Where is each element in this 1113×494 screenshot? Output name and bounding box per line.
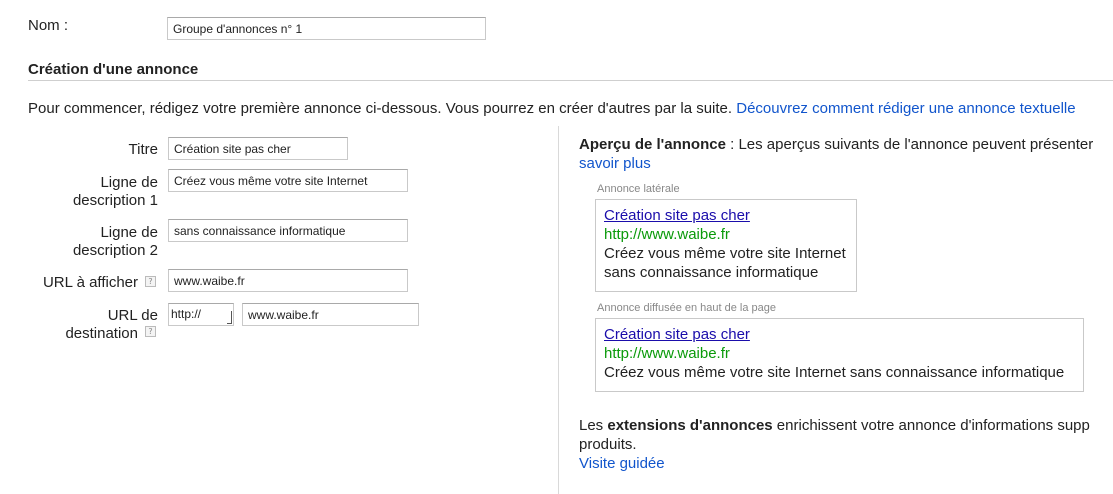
extensions-bold: extensions d'annonces (607, 417, 773, 434)
preview-heading: Aperçu de l'annonce : Les aperçus suivan… (579, 136, 1093, 153)
section-title: Création d'une annonce (28, 61, 199, 78)
destination-url-label: URL de destination (0, 307, 158, 343)
destination-url-label-line1: URL de (107, 307, 158, 324)
description-2-label-line2: description 2 (72, 242, 158, 259)
chevron-down-icon (227, 311, 232, 324)
intro-text: Pour commencer, rédigez votre première a… (28, 100, 733, 117)
side-ad-line-1: Créez vous même votre site Internet (604, 245, 846, 262)
display-url-label: URL à afficher (42, 274, 138, 291)
ad-group-name-input[interactable] (167, 17, 486, 40)
top-ad-preview: Création site pas cher http://www.waibe.… (595, 318, 1084, 392)
destination-url-help-icon[interactable]: ? (145, 326, 156, 337)
description-line-2-input[interactable] (168, 219, 408, 242)
extensions-text: enrichissent votre annonce d'information… (772, 417, 1090, 434)
top-ad-url: http://www.waibe.fr (604, 345, 730, 362)
preview-heading-text: : Les aperçus suivants de l'annonce peuv… (725, 136, 1094, 153)
learn-more-link[interactable]: savoir plus (579, 155, 651, 172)
description-line-1-input[interactable] (168, 169, 408, 192)
top-ad-title-link[interactable]: Création site pas cher (604, 325, 1083, 344)
extensions-line-1: Les extensions d'annonces enrichissent v… (579, 416, 1090, 435)
top-ad-description: Créez vous même votre site Internet sans… (604, 364, 1065, 381)
display-url-input[interactable] (168, 269, 408, 292)
description-1-label-line2: description 1 (72, 192, 158, 209)
column-divider (558, 126, 559, 494)
destination-url-input[interactable] (242, 303, 419, 326)
preview-heading-bold: Aperçu de l'annonce (579, 136, 726, 153)
side-ad-title-link[interactable]: Création site pas cher (604, 206, 856, 225)
protocol-select-value: http:// (171, 307, 202, 321)
extensions-line-2: produits. (579, 436, 637, 453)
side-ad-line-2: sans connaissance informatique (604, 264, 819, 281)
display-url-help-icon[interactable]: ? (145, 276, 156, 287)
guided-tour-link[interactable]: Visite guidée (579, 455, 665, 472)
side-ad-url: http://www.waibe.fr (604, 226, 730, 243)
description-2-label: Ligne de description 2 (0, 224, 158, 260)
protocol-select[interactable]: http:// (168, 303, 234, 326)
intro-paragraph: Pour commencer, rédigez votre première a… (28, 100, 1076, 117)
learn-ad-writing-link[interactable]: Découvrez comment rédiger une annonce te… (736, 100, 1075, 117)
section-divider (28, 80, 1113, 81)
description-2-label-line1: Ligne de (100, 224, 158, 241)
extensions-info: Les extensions d'annonces enrichissent v… (579, 416, 1090, 473)
extensions-prefix: Les (579, 417, 608, 434)
description-1-label: Ligne de description 1 (0, 174, 158, 210)
title-label: Titre (128, 141, 158, 158)
destination-url-label-line2: destination (65, 325, 138, 342)
headline-input[interactable] (168, 137, 348, 160)
name-label: Nom : (28, 17, 69, 34)
side-ad-caption: Annonce latérale (597, 183, 680, 195)
side-ad-preview: Création site pas cher http://www.waibe.… (595, 199, 857, 292)
description-1-label-line1: Ligne de (100, 174, 158, 191)
top-ad-caption: Annonce diffusée en haut de la page (597, 302, 777, 314)
